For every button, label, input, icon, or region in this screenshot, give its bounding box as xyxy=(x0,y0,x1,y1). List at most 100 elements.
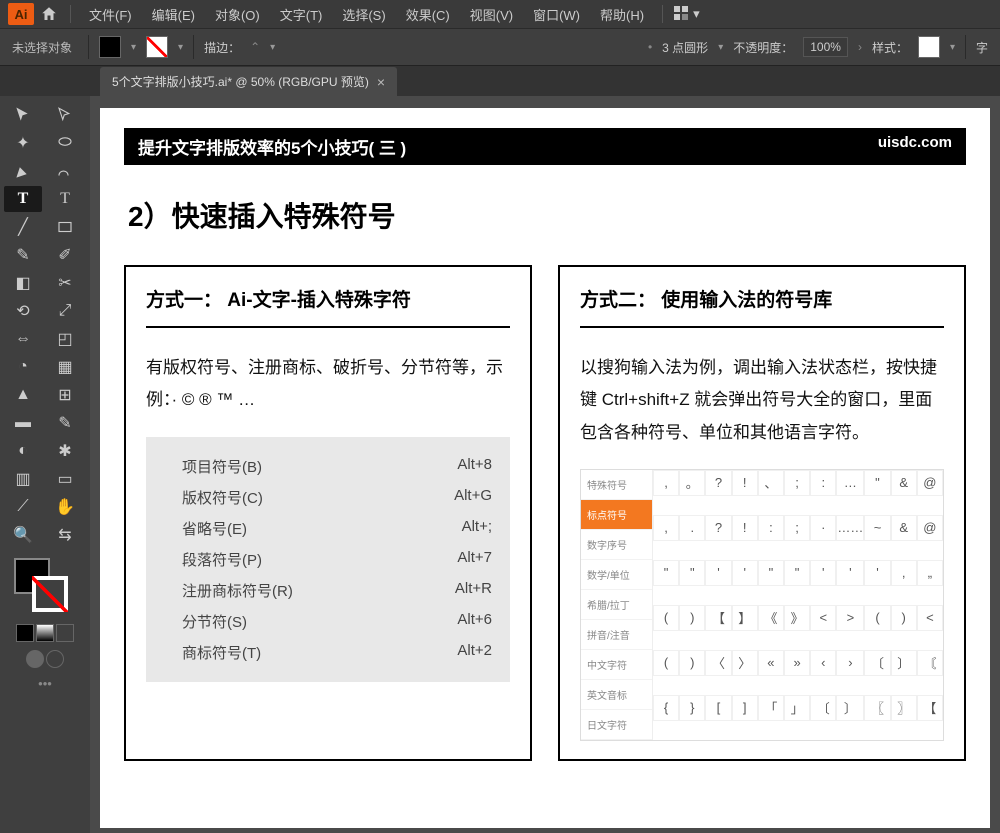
symbol-cell[interactable]: : xyxy=(758,515,784,541)
symbol-cell[interactable]: & xyxy=(891,470,917,496)
symbol-cell[interactable]: » xyxy=(784,650,810,676)
char-panel-label[interactable]: 字 xyxy=(976,39,988,56)
symbol-cell[interactable]: [ xyxy=(705,695,731,721)
none-mode-icon[interactable] xyxy=(56,624,74,642)
screen-mode-icon-2[interactable] xyxy=(46,650,64,668)
symbol-cell[interactable]: > xyxy=(836,605,864,631)
symbol-cell[interactable]: ' xyxy=(732,560,758,586)
line-tool[interactable]: ╱ xyxy=(4,214,42,240)
symbol-cell[interactable]: ( xyxy=(864,605,890,631)
symbol-category[interactable]: 特殊符号 xyxy=(581,470,652,500)
symbol-cell[interactable]: ; xyxy=(784,470,810,496)
slice-tool[interactable]: ⟋ xyxy=(4,494,42,520)
symbol-cell[interactable]: ( xyxy=(653,605,679,631)
symbol-cell[interactable]: , xyxy=(653,515,679,541)
magic-wand-tool[interactable]: ✦ xyxy=(4,130,42,156)
selection-tool[interactable] xyxy=(4,102,42,128)
direct-selection-tool[interactable] xyxy=(46,102,84,128)
gradient-mode-icon[interactable] xyxy=(36,624,54,642)
symbol-cell[interactable]: ? xyxy=(705,515,731,541)
edit-toolbar-icon[interactable]: ••• xyxy=(4,670,86,697)
symbol-cell[interactable]: 〕 xyxy=(891,650,917,676)
stroke-swatch[interactable] xyxy=(146,36,168,58)
symbol-cell[interactable]: 〖 xyxy=(864,695,890,721)
symbol-cell[interactable]: 「 xyxy=(758,695,784,721)
symbol-cell[interactable]: ‹ xyxy=(810,650,836,676)
symbol-cell[interactable]: 〔 xyxy=(810,695,836,721)
symbol-cell[interactable]: @ xyxy=(917,470,943,496)
symbol-cell[interactable]: { xyxy=(653,695,679,721)
gradient-tool[interactable]: ▬ xyxy=(4,410,42,436)
symbol-cell[interactable]: & xyxy=(891,515,917,541)
rotate-tool[interactable]: ⟲ xyxy=(4,298,42,324)
menu-object[interactable]: 对象(O) xyxy=(207,1,268,28)
symbol-cell[interactable]: ' xyxy=(810,560,836,586)
symbol-category[interactable]: 数学/单位 xyxy=(581,560,652,590)
symbol-cell[interactable]: ? xyxy=(705,470,731,496)
symbol-cell[interactable]: 《 xyxy=(758,605,784,631)
perspective-tool[interactable]: ▲ xyxy=(4,382,42,408)
document-tab[interactable]: 5个文字排版小技巧.ai* @ 50% (RGB/GPU 预览) × xyxy=(100,67,397,96)
symbol-cell[interactable]: < xyxy=(917,605,943,631)
menu-help[interactable]: 帮助(H) xyxy=(592,1,652,28)
symbol-cell[interactable]: ! xyxy=(732,470,758,496)
symbol-cell[interactable]: ~ xyxy=(864,515,890,541)
fill-swatch[interactable] xyxy=(99,36,121,58)
symbol-category[interactable]: 数字序号 xyxy=(581,530,652,560)
symbol-cell[interactable]: « xyxy=(758,650,784,676)
artboard-tool[interactable]: ▭ xyxy=(46,466,84,492)
symbol-cell[interactable]: 【 xyxy=(917,695,943,721)
symbol-cell[interactable]: " xyxy=(864,470,890,496)
symbol-cell[interactable]: › xyxy=(836,650,864,676)
symbol-cell[interactable]: 〕 xyxy=(836,695,864,721)
close-tab-icon[interactable]: × xyxy=(377,74,385,90)
curvature-tool[interactable] xyxy=(46,158,84,184)
opacity-field[interactable]: 100% xyxy=(803,37,848,57)
fill-stroke-indicator[interactable] xyxy=(4,558,86,618)
symbol-cell[interactable]: 】 xyxy=(732,605,758,631)
menu-type[interactable]: 文字(T) xyxy=(272,1,331,28)
type-tool[interactable]: T xyxy=(4,186,42,212)
zoom-tool[interactable]: 🔍 xyxy=(4,522,42,548)
symbol-cell[interactable]: 〈 xyxy=(705,650,731,676)
lasso-tool[interactable] xyxy=(46,130,84,156)
symbol-cell[interactable]: 【 xyxy=(705,605,731,631)
symbol-cell[interactable]: < xyxy=(810,605,836,631)
scissors-tool[interactable]: ✂ xyxy=(46,270,84,296)
scale-tool[interactable]: ⤢ xyxy=(46,298,84,324)
symbol-cell[interactable]: ' xyxy=(864,560,890,586)
symbol-cell[interactable]: … xyxy=(836,470,864,496)
hand-tool[interactable]: ✋ xyxy=(46,494,84,520)
color-mode-icon[interactable] xyxy=(16,624,34,642)
canvas-area[interactable]: 提升文字排版效率的5个小技巧( 三 ) uisdc.com 2）快速插入特殊符号… xyxy=(90,96,1000,833)
screen-mode-icon[interactable] xyxy=(26,650,44,668)
symbol-cell[interactable]: · xyxy=(810,515,836,541)
symbol-cell[interactable]: . xyxy=(679,515,705,541)
toggle-fill-stroke[interactable]: ⇆ xyxy=(46,522,84,548)
symbol-cell[interactable]: „ xyxy=(917,560,943,586)
free-transform-tool[interactable]: ◰ xyxy=(46,326,84,352)
menu-window[interactable]: 窗口(W) xyxy=(525,1,588,28)
symbol-cell[interactable]: ! xyxy=(732,515,758,541)
symbol-cell[interactable]: 〘 xyxy=(917,650,943,676)
symbol-cell[interactable]: ; xyxy=(784,515,810,541)
symbol-cell[interactable]: 、 xyxy=(758,470,784,496)
symbol-cell[interactable]: " xyxy=(679,560,705,586)
column-graph-tool[interactable]: ▥ xyxy=(4,466,42,492)
symbol-cell[interactable]: ) xyxy=(679,650,705,676)
live-paint-tool[interactable]: ▦ xyxy=(46,354,84,380)
symbol-cell[interactable]: 」 xyxy=(784,695,810,721)
workspace-switcher-icon[interactable] xyxy=(673,5,689,24)
rectangle-tool[interactable] xyxy=(46,214,84,240)
menu-view[interactable]: 视图(V) xyxy=(462,1,521,28)
pencil-tool[interactable]: ✐ xyxy=(46,242,84,268)
menu-select[interactable]: 选择(S) xyxy=(334,1,393,28)
eyedropper-tool[interactable]: ✎ xyxy=(46,410,84,436)
symbol-cell[interactable]: …… xyxy=(836,515,864,541)
symbol-sprayer-tool[interactable]: ✱ xyxy=(46,438,84,464)
symbol-cell[interactable]: ‚ xyxy=(891,560,917,586)
symbol-cell[interactable]: , xyxy=(653,470,679,496)
width-tool[interactable]: ⇔ xyxy=(4,326,42,352)
menu-file[interactable]: 文件(F) xyxy=(81,1,140,28)
type-tool-alt[interactable]: T xyxy=(46,186,84,212)
